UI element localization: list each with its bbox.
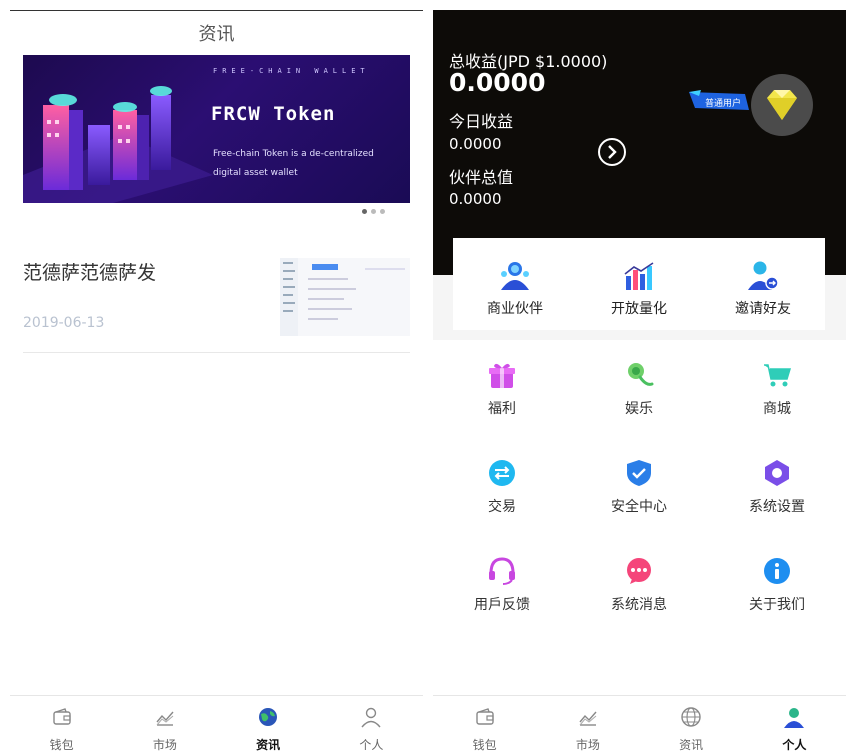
page-title: 资讯 xyxy=(198,24,235,45)
list-divider xyxy=(23,352,410,353)
avatar[interactable] xyxy=(751,74,813,136)
partners-icon xyxy=(501,262,529,290)
market-chart-icon xyxy=(156,711,174,726)
today-earnings-label: 今日收益 xyxy=(449,112,514,131)
grid-label: 用戶反馈 xyxy=(474,597,530,613)
top-divider xyxy=(10,10,423,11)
chevron-right-icon[interactable] xyxy=(597,137,627,167)
exchange-icon xyxy=(489,460,515,486)
gift-icon xyxy=(489,363,515,388)
tab-label: 市场 xyxy=(152,738,177,752)
action-label: 邀请好友 xyxy=(735,301,791,317)
news-title[interactable]: 范德萨范德萨发 xyxy=(23,258,156,285)
grid-label: 系统设置 xyxy=(749,499,805,515)
banner-token-title: FRCW Token xyxy=(211,103,336,125)
city-illustration xyxy=(23,86,213,203)
user-icon xyxy=(784,708,805,728)
info-icon xyxy=(764,558,790,584)
tab-label: 资讯 xyxy=(679,738,704,752)
carousel-dot[interactable] xyxy=(380,209,385,214)
grid-label: 安全中心 xyxy=(611,499,667,515)
bottom-tab-bar: 钱包 市场 资讯 个人 xyxy=(433,695,846,755)
tab-market[interactable]: 市场 xyxy=(536,696,639,755)
grid-item-system-settings[interactable]: 系统设置 xyxy=(708,458,846,556)
tab-label: 市场 xyxy=(575,738,600,752)
profile-screen: 总收益(JPD $1.0000) 0.0000 今日收益 0.0000 伙伴总值… xyxy=(433,0,846,755)
tab-news[interactable]: 资讯 xyxy=(640,696,743,755)
tab-label: 个人 xyxy=(782,738,807,752)
grid-item-system-messages[interactable]: 系统消息 xyxy=(570,556,708,654)
user-level-text: 普通用户 xyxy=(705,99,742,109)
grid-item-about-us[interactable]: 关于我们 xyxy=(708,556,846,654)
banner-description: Free-chain Token is a de-centralized dig… xyxy=(213,149,374,178)
thumbnail-preview xyxy=(280,258,405,336)
tab-label: 钱包 xyxy=(472,738,497,752)
carousel-dot[interactable] xyxy=(371,209,376,214)
action-label: 开放量化 xyxy=(611,301,667,317)
entertainment-icon xyxy=(628,363,654,386)
action-partners[interactable]: 商业伙伴 xyxy=(453,238,577,330)
news-thumbnail[interactable] xyxy=(280,258,410,336)
tab-label: 个人 xyxy=(359,738,384,752)
tab-profile[interactable]: 个人 xyxy=(320,696,423,755)
carousel-dot[interactable] xyxy=(362,209,367,214)
message-icon xyxy=(627,558,651,584)
settings-hexagon-icon xyxy=(765,460,789,486)
headset-icon xyxy=(489,557,515,585)
action-open-quant[interactable]: 开放量化 xyxy=(577,238,701,330)
news-screen: 资讯 FREE-CHAIN WALLET FRCW Token Free-cha… xyxy=(10,0,423,755)
action-invite-friends[interactable]: 邀请好友 xyxy=(701,238,825,330)
cart-icon xyxy=(764,364,792,387)
partner-total-value: 0.0000 xyxy=(449,190,502,208)
grid-label: 交易 xyxy=(488,499,516,515)
tab-profile[interactable]: 个人 xyxy=(743,696,846,755)
tab-label: 资讯 xyxy=(256,738,281,752)
diamond-icon xyxy=(767,90,797,120)
grid-item-welfare[interactable]: 福利 xyxy=(433,360,571,458)
grid-item-trade[interactable]: 交易 xyxy=(433,458,571,556)
news-date: 2019-06-13 xyxy=(23,315,105,331)
grid-label: 关于我们 xyxy=(749,597,805,613)
total-earnings-value: 0.0000 xyxy=(449,68,546,97)
globe-icon xyxy=(259,708,278,726)
grid-item-feedback[interactable]: 用戶反馈 xyxy=(433,556,571,654)
promo-banner[interactable]: FREE-CHAIN WALLET FRCW Token Free-chain … xyxy=(23,55,410,203)
grid-item-entertainment[interactable]: 娱乐 xyxy=(570,360,708,458)
grid-label: 系统消息 xyxy=(611,597,667,613)
invite-friend-icon xyxy=(748,261,779,290)
grid-label: 商城 xyxy=(763,401,791,417)
today-earnings-value: 0.0000 xyxy=(449,135,502,153)
bottom-tab-bar: 钱包 市场 资讯 个人 xyxy=(10,695,423,755)
grid-item-security-center[interactable]: 安全中心 xyxy=(570,458,708,556)
wallet-icon xyxy=(475,708,494,725)
tab-market[interactable]: 市场 xyxy=(113,696,216,755)
quant-chart-icon xyxy=(624,262,654,290)
market-chart-icon xyxy=(579,711,597,726)
grid-label: 福利 xyxy=(488,401,516,417)
wallet-icon xyxy=(52,708,71,725)
shield-check-icon xyxy=(627,460,651,486)
quick-actions-card: 商业伙伴 开放量化 邀请好友 xyxy=(453,238,825,330)
partner-total-label: 伙伴总值 xyxy=(449,168,514,187)
grid-item-mall[interactable]: 商城 xyxy=(708,360,846,458)
globe-icon xyxy=(681,707,701,727)
tab-wallet[interactable]: 钱包 xyxy=(10,696,113,755)
tab-label: 钱包 xyxy=(49,738,74,752)
banner-wallet-text: FREE-CHAIN WALLET xyxy=(213,67,370,75)
action-label: 商业伙伴 xyxy=(487,301,543,317)
carousel-dots[interactable] xyxy=(362,199,389,218)
tab-news[interactable]: 资讯 xyxy=(217,696,320,755)
tab-wallet[interactable]: 钱包 xyxy=(433,696,536,755)
user-icon xyxy=(361,707,381,728)
grid-label: 娱乐 xyxy=(625,401,653,417)
